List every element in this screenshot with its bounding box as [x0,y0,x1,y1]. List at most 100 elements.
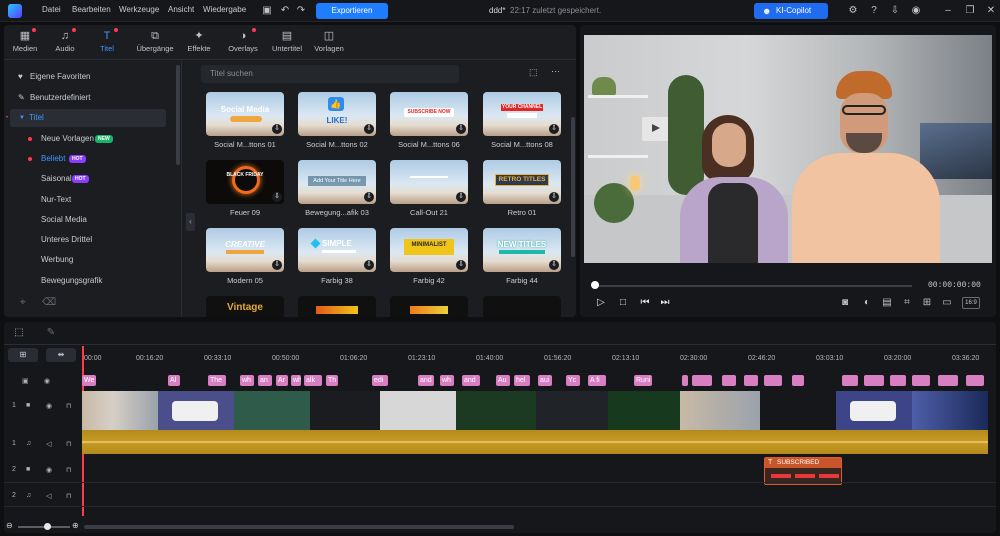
tab-untertitel[interactable]: ▤ Untertitel [266,25,308,59]
title-clip[interactable] [764,375,782,386]
menu-bearbeiten[interactable]: Bearbeiten [72,5,111,14]
zoom-out-icon[interactable]: ⊖ [6,521,13,530]
sidebar-item-favorites[interactable]: ♥ Eigene Favoriten [4,68,174,86]
speaker-icon[interactable]: ◁ [46,440,51,448]
title-tile-farbig-38[interactable]: SIMPLE ⇩ [298,228,376,272]
title-tile-feuer-09[interactable]: BLACK FRIDAY ⇩ [206,160,284,204]
aspect-ratio-button[interactable]: 16:9 [962,297,980,309]
title-clip[interactable] [744,375,758,386]
subtitle-toggle-icon[interactable]: ▤ [880,296,894,310]
timeline-scrollbar[interactable] [84,525,514,529]
title-clip[interactable] [864,375,884,386]
title-tile-row4-3[interactable] [390,296,468,317]
title-tile-row4-2[interactable] [298,296,376,317]
video-clip[interactable] [760,391,836,430]
fit-timeline-icon[interactable]: ⇹ [46,348,76,362]
title-clip[interactable] [692,375,712,386]
safe-zone-icon[interactable]: ▭ [940,296,954,310]
zoom-in-icon[interactable]: ⊕ [72,521,79,530]
title-tile-social-01[interactable]: Social Media ⇩ [206,92,284,136]
add-folder-icon[interactable]: ⌖ [20,297,26,308]
undo-icon[interactable]: ↶ [278,4,292,18]
video-clip[interactable] [456,391,536,430]
import-icon[interactable]: ⬚ [529,67,538,78]
more-options-icon[interactable]: ⋯ [551,66,560,77]
help-icon[interactable]: ? [867,4,881,18]
title-tile-social-02[interactable]: 👍 LIKE! ⇩ [298,92,376,136]
title-tile-vintage[interactable]: Vintage [206,296,284,317]
time-ruler[interactable]: 00:00 00:16:20 00:33:10 00:50:00 01:06:2… [82,352,994,366]
sidebar-item-werbung[interactable]: Werbung [4,251,174,269]
title-clip[interactable] [890,375,906,386]
title-clip[interactable]: wh [291,375,301,386]
settings-gear-icon[interactable]: ⚙ [846,4,860,18]
menu-wiedergabe[interactable]: Wiedergabe [203,5,246,14]
render-preview-icon[interactable]: ◐ [860,296,874,310]
audio-track-1-clip[interactable] [82,430,988,454]
title-clip[interactable]: Runi [634,375,652,386]
search-input[interactable]: Titel suchen [201,65,459,83]
lock-icon[interactable]: ⊓ [66,466,71,474]
crop-icon[interactable]: ⌗ [900,296,914,310]
title-tile-call-out-21[interactable]: ⇩ [390,160,468,204]
account-icon[interactable]: ◉ [909,4,923,18]
sidebar-item-bewegungsgrafik[interactable]: Bewegungsgrafik [4,272,174,290]
tab-vorlagen[interactable]: ◫ Vorlagen [310,25,348,59]
title-tile-farbig-42[interactable]: MINIMALIST ⇩ [390,228,468,272]
maximize-icon[interactable]: ❐ [963,4,977,18]
title-tile-social-06[interactable]: SUBSCRIBE NOW ⇩ [390,92,468,136]
zoom-slider-handle[interactable] [44,523,51,530]
grid-scrollbar[interactable] [571,117,575,257]
eye-icon[interactable]: ◉ [44,377,50,385]
export-button[interactable]: Exportieren [316,3,388,19]
title-clip[interactable]: hel [514,375,530,386]
download-icon[interactable]: ⇩ [888,4,902,18]
title-tile-social-08[interactable]: YOUR CHANNEL ⇩ [483,92,561,136]
tab-titel[interactable]: T Titel [88,25,126,59]
tab-audio[interactable]: ♫ Audio [46,25,84,59]
video-clip[interactable] [680,391,760,430]
next-frame-icon[interactable]: ⏭ [658,296,672,310]
title-clip[interactable] [722,375,736,386]
title-tile-row4-4[interactable] [483,296,561,317]
playhead-handle[interactable] [591,281,599,289]
title-tile-retro-01[interactable]: RETRO TITLES ⇩ [483,160,561,204]
minimize-icon[interactable]: – [941,4,955,18]
title-clip[interactable] [842,375,858,386]
title-tile-modern-05[interactable]: CREATIVE ⇩ [206,228,284,272]
eye-icon[interactable]: ◉ [46,402,52,410]
layout-icon[interactable]: ⊞ [920,296,934,310]
title-clip[interactable] [682,375,688,386]
menu-datei[interactable]: Datei [42,5,61,14]
tab-overlays[interactable]: ◑ Overlays [222,25,264,59]
title-clip[interactable]: an [258,375,272,386]
video-clip[interactable] [836,391,912,430]
title-clip[interactable]: Al [168,375,180,386]
tab-effekte[interactable]: ✦ Effekte [180,25,218,59]
stop-icon[interactable]: □ [616,296,630,310]
close-icon[interactable]: ✕ [984,4,998,18]
speaker-icon[interactable]: ◁ [46,492,51,500]
tab-uebergaenge[interactable]: ⧉ Übergänge [132,25,178,59]
menu-werkzeuge[interactable]: Werkzeuge [119,5,159,14]
ai-copilot-button[interactable]: ☻ KI-Copilot [754,3,828,19]
sidebar-item-titel[interactable]: • ▼ Titel [6,109,166,127]
select-tool-icon[interactable]: ⬚ [12,326,26,340]
prev-frame-icon[interactable]: ⏮ [638,296,652,310]
tab-medien[interactable]: ▦ Medien [6,25,44,59]
video-clip[interactable] [608,391,680,430]
video-clip[interactable] [912,391,988,430]
title-clip[interactable] [938,375,958,386]
video-clip[interactable] [158,391,234,430]
title-clip[interactable]: edi [372,375,388,386]
subscribed-title-clip[interactable]: T SUBSCRIBED [764,457,842,485]
title-clip[interactable]: We [82,375,96,386]
video-clip[interactable] [380,391,456,430]
sidebar-item-nur-text[interactable]: Nur-Text [4,191,174,209]
sidebar-item-social-media[interactable]: Social Media [4,211,174,229]
title-tile-bewegung-03[interactable]: Add Your Title Here ⇩ [298,160,376,204]
video-clip[interactable] [536,391,608,430]
title-clip[interactable]: and [418,375,434,386]
remove-folder-icon[interactable]: ⌫ [42,297,56,308]
title-clip[interactable]: Au [496,375,510,386]
